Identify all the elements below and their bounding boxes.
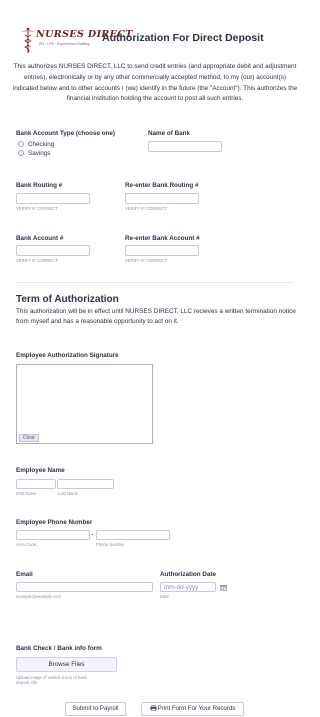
page-title: Authorization For Direct Deposit — [102, 32, 264, 44]
area-code-input[interactable] — [16, 530, 90, 540]
intro-text: This authorizes NURSES DIRECT, LLC to se… — [12, 63, 298, 103]
clear-signature-button[interactable]: Clear — [19, 434, 39, 442]
email-sublabel: example@example.com — [16, 594, 61, 599]
routing-confirm-input[interactable] — [125, 193, 199, 204]
radio-label: Checking — [28, 141, 55, 148]
radio-option-savings[interactable]: Savings — [18, 150, 50, 157]
account-label: Bank Account # — [16, 235, 64, 242]
signature-label: Employee Authorization Signature — [16, 352, 119, 359]
account-input[interactable] — [16, 245, 90, 256]
last-name-sublabel: Last Name — [58, 491, 79, 496]
submit-button[interactable]: Submit to Payroll — [65, 702, 126, 716]
account-type-label: Bank Account Type (choose one) — [16, 130, 116, 137]
routing-confirm-sublabel: VERIFY IF CORRECT — [125, 206, 167, 211]
account-confirm-input[interactable] — [125, 245, 199, 256]
email-input[interactable] — [16, 582, 153, 592]
area-code-sublabel: Area Code — [16, 542, 37, 547]
calendar-icon[interactable] — [220, 585, 227, 591]
routing-confirm-label: Re-enter Bank Routing # — [125, 182, 199, 189]
bank-name-input[interactable] — [148, 141, 222, 152]
company-logo: NURSES DIRECT RN · LPN · Experienced Sta… — [20, 26, 132, 54]
account-confirm-label: Re-enter Bank Account # — [125, 235, 200, 242]
phone-number-input[interactable] — [96, 530, 170, 540]
printer-icon — [150, 705, 157, 711]
account-confirm-sublabel: VERIFY IF CORRECT — [125, 258, 167, 263]
radio-option-checking[interactable]: Checking — [18, 141, 54, 148]
phone-separator: - — [91, 530, 94, 539]
auth-date-input[interactable]: mm-dd-yyyy — [160, 582, 216, 592]
upload-sublabel-line2: deposit info — [16, 680, 38, 685]
last-name-input[interactable] — [57, 479, 114, 489]
print-form-label: Print Form For Your Records — [157, 705, 236, 712]
radio-label: Savings — [28, 150, 51, 157]
term-body: This authorization will be in effect unt… — [16, 308, 296, 325]
phone-label: Employee Phone Number — [16, 519, 93, 526]
auth-date-sublabel: Date — [160, 594, 169, 599]
radio-button[interactable] — [18, 141, 24, 147]
first-name-sublabel: First Name — [16, 491, 37, 496]
email-label: Email — [16, 571, 33, 578]
radio-button[interactable] — [18, 150, 24, 156]
routing-input[interactable] — [16, 193, 90, 204]
logo-tagline: RN · LPN · Experienced Staffing — [39, 42, 90, 46]
term-title: Term of Authorization — [16, 294, 119, 305]
auth-date-label: Authorization Date — [160, 571, 216, 578]
phone-number-sublabel: Phone Number — [96, 542, 125, 547]
employee-name-label: Employee Name — [16, 467, 65, 474]
caduceus-icon — [21, 27, 35, 53]
upload-label: Bank Check / Bank info form — [16, 645, 102, 652]
first-name-input[interactable] — [16, 479, 56, 489]
routing-sublabel: VERIFY IF CORRECT — [16, 206, 58, 211]
print-form-button[interactable]: Print Form For Your Records — [141, 702, 244, 716]
bank-name-label: Name of Bank — [148, 130, 190, 137]
section-divider — [16, 282, 294, 283]
browse-files-button[interactable]: Browse Files — [16, 657, 117, 672]
account-sublabel: VERIFY IF CORRECT — [16, 258, 58, 263]
signature-pad[interactable] — [16, 364, 153, 444]
routing-label: Bank Routing # — [16, 182, 63, 189]
